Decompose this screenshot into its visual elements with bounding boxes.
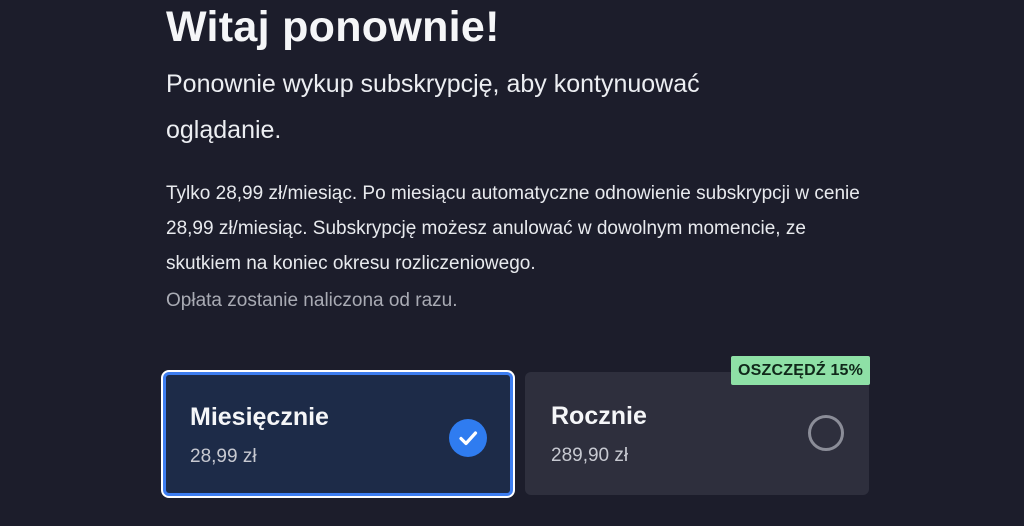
plan-price: 289,90 zł — [551, 445, 629, 466]
page-title: Witaj ponownie! — [166, 3, 500, 51]
plan-option-monthly[interactable]: Miesięcznie 28,99 zł — [163, 372, 513, 496]
plan-name: Rocznie — [551, 402, 647, 430]
charge-note: Opłata zostanie naliczona od razu. — [166, 290, 458, 311]
plan-option-yearly[interactable]: Rocznie 289,90 zł — [525, 372, 869, 495]
pricing-description: Tylko 28,99 zł/miesiąc. Po miesiącu auto… — [166, 183, 860, 274]
plan-price: 28,99 zł — [190, 446, 257, 467]
plan-name: Miesięcznie — [190, 403, 329, 431]
page-subtitle: Ponownie wykup subskrypcję, aby kontynuo… — [166, 70, 700, 144]
radio-empty-icon — [808, 415, 844, 451]
check-circle-icon — [449, 419, 487, 457]
checkmark-icon — [459, 431, 478, 446]
savings-badge: OSZCZĘDŹ 15% — [731, 356, 871, 385]
